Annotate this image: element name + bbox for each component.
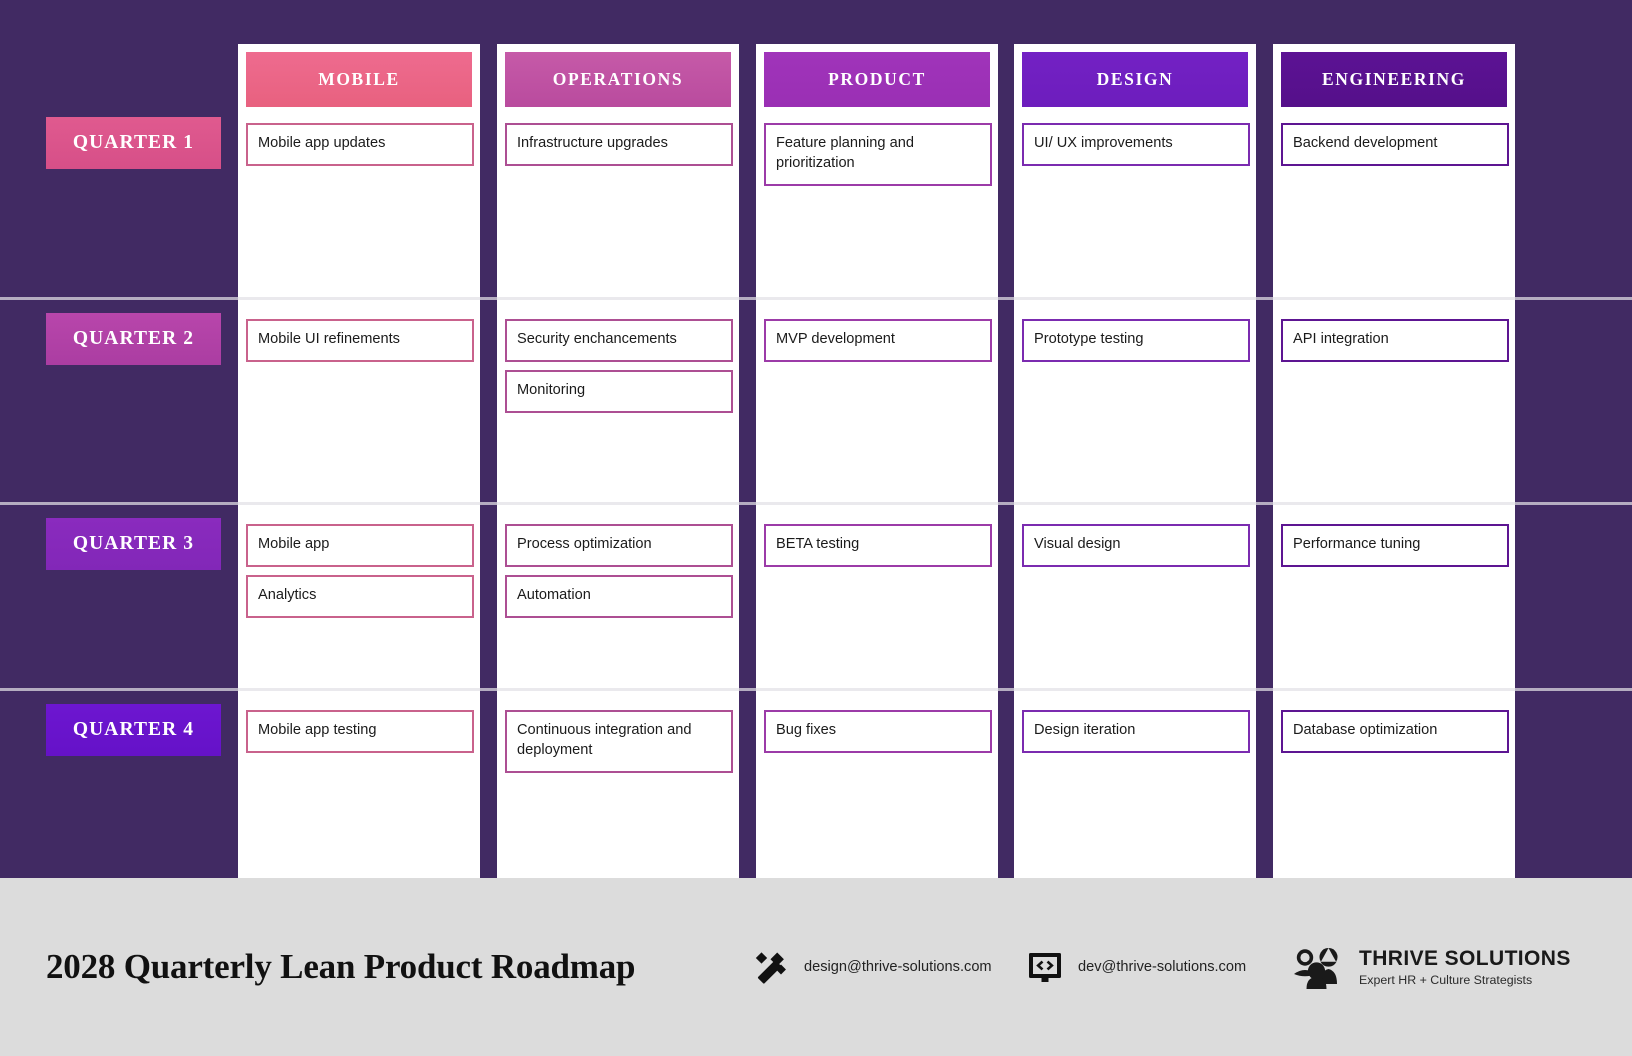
- cell-engineering-q4: Database optimization: [1281, 702, 1509, 753]
- task-card[interactable]: Monitoring: [505, 369, 733, 413]
- cell-design-q2: Prototype testing: [1022, 311, 1250, 362]
- cell-operations-q4: Continuous integration and deployment: [505, 702, 733, 773]
- task-card[interactable]: Visual design: [1022, 524, 1250, 567]
- cell-product-q2: MVP development: [764, 311, 992, 362]
- cell-engineering-q2: API integration: [1281, 311, 1509, 362]
- row-separator-3: [0, 688, 1632, 691]
- column-header-design: DESIGN: [1022, 52, 1248, 107]
- column-header-mobile: MOBILE: [246, 52, 472, 107]
- logo-name: THRIVE SOLUTIONS: [1359, 947, 1571, 970]
- task-card[interactable]: Backend development: [1281, 123, 1509, 166]
- task-card[interactable]: MVP development: [764, 319, 992, 362]
- task-card[interactable]: Mobile app testing: [246, 710, 474, 753]
- task-card[interactable]: Prototype testing: [1022, 319, 1250, 362]
- quarter-rail: QUARTER 1 QUARTER 2 QUARTER 3 QUARTER 4: [0, 0, 232, 878]
- roadmap-board: MOBILE Mobile app updates Mobile UI refine…: [0, 0, 1632, 878]
- task-card[interactable]: Security enchancements: [505, 319, 733, 362]
- contact-email-dev: dev@thrive-solutions.com: [1078, 959, 1247, 975]
- cell-mobile-q1: Mobile app updates: [246, 115, 474, 166]
- cell-mobile-q4: Mobile app testing: [246, 702, 474, 753]
- cell-operations-q3: Process optimization Automation: [505, 516, 733, 618]
- task-card[interactable]: Design iteration: [1022, 710, 1250, 753]
- column-mobile: MOBILE Mobile app updates Mobile UI refine…: [238, 44, 480, 878]
- quarter-label-1: QUARTER 1: [46, 117, 221, 169]
- task-card[interactable]: Analytics: [246, 574, 474, 618]
- quarter-label-2: QUARTER 2: [46, 313, 221, 365]
- task-card[interactable]: Mobile app: [246, 524, 474, 567]
- cell-design-q3: Visual design: [1022, 516, 1250, 567]
- cell-operations-q2: Security enchancements Monitoring: [505, 311, 733, 413]
- people-group-icon: [1290, 944, 1346, 990]
- task-card[interactable]: Infrastructure upgrades: [505, 123, 733, 166]
- column-product: PRODUCT Feature planning and prioritizati…: [756, 44, 998, 878]
- cell-product-q3: BETA testing: [764, 516, 992, 567]
- contact-design[interactable]: design@thrive-solutions.com: [752, 948, 992, 986]
- page-title: 2028 Quarterly Lean Product Roadmap: [46, 947, 636, 986]
- task-card[interactable]: UI/ UX improvements: [1022, 123, 1250, 166]
- task-card[interactable]: Mobile app updates: [246, 123, 474, 166]
- column-engineering: ENGINEERING Backend development API integr…: [1273, 44, 1515, 878]
- cell-engineering-q3: Performance tuning: [1281, 516, 1509, 567]
- task-card[interactable]: Continuous integration and deployment: [505, 710, 733, 773]
- cell-design-q4: Design iteration: [1022, 702, 1250, 753]
- column-operations: OPERATIONS Infrastructure upgrades Securit…: [497, 44, 739, 878]
- task-card[interactable]: Bug fixes: [764, 710, 992, 753]
- task-card[interactable]: BETA testing: [764, 524, 992, 567]
- column-header-engineering: ENGINEERING: [1281, 52, 1507, 107]
- task-card[interactable]: Performance tuning: [1281, 524, 1509, 567]
- cell-operations-q1: Infrastructure upgrades: [505, 115, 733, 166]
- company-logo: THRIVE SOLUTIONS Expert HR + Culture Str…: [1290, 944, 1571, 990]
- task-card[interactable]: Feature planning and prioritization: [764, 123, 992, 186]
- code-monitor-icon: [1026, 948, 1064, 986]
- task-card[interactable]: Process optimization: [505, 524, 733, 567]
- quarter-label-4: QUARTER 4: [46, 704, 221, 756]
- quarter-label-3: QUARTER 3: [46, 518, 221, 570]
- logo-text: THRIVE SOLUTIONS Expert HR + Culture Str…: [1359, 947, 1571, 987]
- cell-mobile-q2: Mobile UI refinements: [246, 311, 474, 362]
- column-header-operations: OPERATIONS: [505, 52, 731, 107]
- magic-wand-icon: [752, 948, 790, 986]
- roadmap-poster: MOBILE Mobile app updates Mobile UI refine…: [0, 0, 1632, 1056]
- logo-tagline: Expert HR + Culture Strategists: [1359, 973, 1533, 987]
- row-separator-2: [0, 502, 1632, 505]
- column-design: DESIGN UI/ UX improvements Prototype testi…: [1014, 44, 1256, 878]
- contact-email-design: design@thrive-solutions.com: [804, 959, 992, 975]
- contact-dev[interactable]: dev@thrive-solutions.com: [1026, 948, 1246, 986]
- row-separator-1: [0, 297, 1632, 300]
- task-card[interactable]: Automation: [505, 574, 733, 618]
- task-card[interactable]: Mobile UI refinements: [246, 319, 474, 362]
- cell-design-q1: UI/ UX improvements: [1022, 115, 1250, 166]
- cell-mobile-q3: Mobile app Analytics: [246, 516, 474, 618]
- cell-engineering-q1: Backend development: [1281, 115, 1509, 166]
- footer: 2028 Quarterly Lean Product Roadmap desi…: [0, 878, 1632, 1056]
- task-card[interactable]: API integration: [1281, 319, 1509, 362]
- cell-product-q1: Feature planning and prioritization: [764, 115, 992, 186]
- task-card[interactable]: Database optimization: [1281, 710, 1509, 753]
- cell-product-q4: Bug fixes: [764, 702, 992, 753]
- column-header-product: PRODUCT: [764, 52, 990, 107]
